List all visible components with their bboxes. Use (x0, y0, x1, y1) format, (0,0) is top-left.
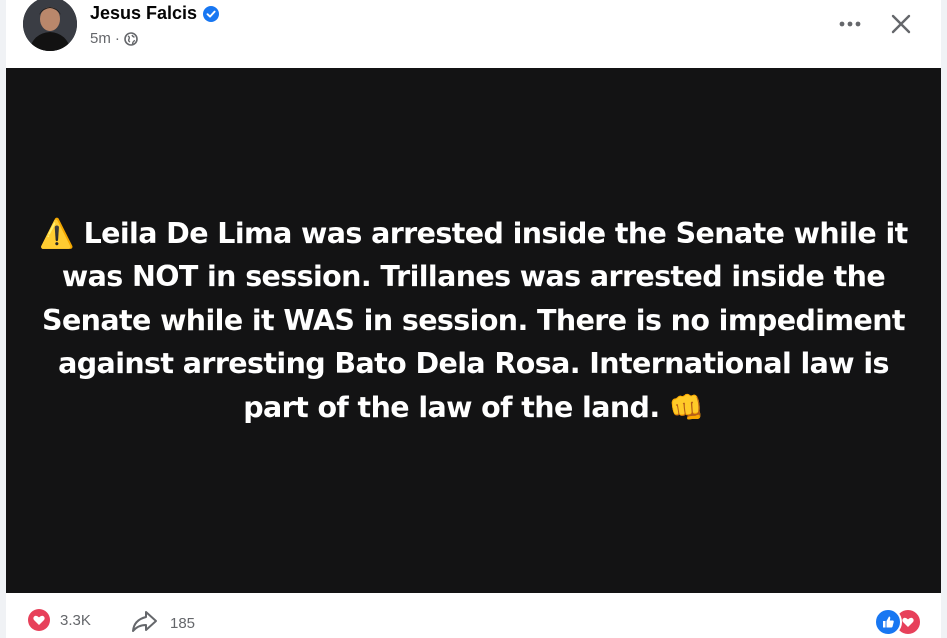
reaction-icons[interactable] (874, 608, 922, 636)
post-text: ⚠️ Leila De Lima was arrested inside the… (34, 212, 914, 430)
reactions-summary[interactable]: 3.3K (28, 609, 91, 631)
post-footer: 3.3K 185 (6, 593, 941, 638)
post-meta: 5m · (90, 29, 138, 49)
post-card: Jesus Falcis 5m · ⚠️ Leila De Lima was a… (6, 0, 941, 638)
shares-summary[interactable]: 185 (130, 609, 195, 637)
post-header: Jesus Falcis 5m · (6, 0, 941, 68)
more-options-button[interactable] (832, 6, 868, 42)
author-name[interactable]: Jesus Falcis (90, 2, 197, 24)
post-body-text: Leila De Lima was arrested inside the Se… (42, 216, 908, 424)
post-time[interactable]: 5m (90, 29, 111, 49)
more-options-icon (839, 21, 861, 27)
meta-separator: · (114, 30, 120, 47)
close-button[interactable] (881, 4, 921, 44)
warning-emoji-icon: ⚠️ (39, 216, 75, 250)
like-reaction-icon (874, 608, 902, 636)
close-icon (891, 14, 911, 34)
post-background: ⚠️ Leila De Lima was arrested inside the… (6, 68, 941, 593)
globe-icon[interactable] (124, 32, 138, 46)
author-row: Jesus Falcis (90, 2, 220, 24)
shares-count: 185 (170, 614, 196, 632)
avatar[interactable] (23, 0, 77, 51)
fist-emoji-icon: 👊 (668, 390, 704, 424)
share-icon (130, 609, 158, 637)
love-reaction-icon (28, 609, 50, 631)
reactions-count: 3.3K (60, 611, 91, 629)
verified-badge-icon (203, 5, 220, 22)
